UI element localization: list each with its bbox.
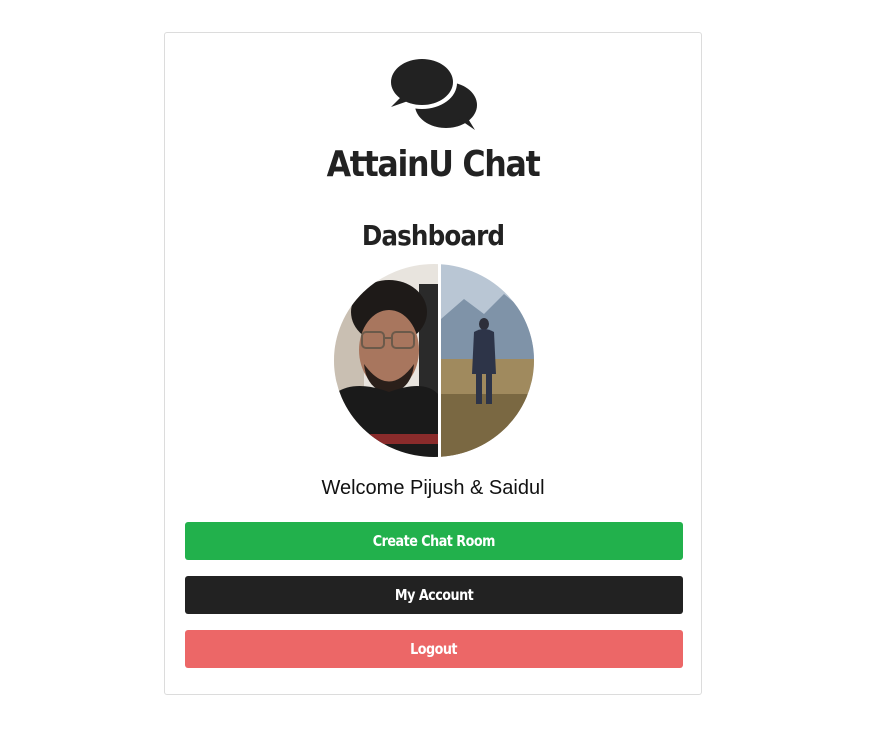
- page-title: Dashboard: [361, 219, 505, 252]
- welcome-message: Welcome Pijush & Saidul: [321, 477, 545, 499]
- logout-button[interactable]: Logout: [185, 630, 683, 668]
- logout-label: Logout: [410, 640, 458, 658]
- create-chat-room-label: Create Chat Room: [372, 532, 496, 550]
- my-account-label: My Account: [394, 586, 474, 604]
- my-account-button[interactable]: My Account: [185, 576, 683, 614]
- dashboard-card: AttainU Chat Dashboard Welcome Pijush & …: [164, 32, 702, 695]
- app-title: AttainU Chat: [326, 144, 541, 185]
- user-avatar: [334, 264, 534, 457]
- create-chat-room-button[interactable]: Create Chat Room: [185, 522, 683, 560]
- chat-bubbles-icon: [389, 57, 477, 130]
- avatar-image: [334, 264, 534, 457]
